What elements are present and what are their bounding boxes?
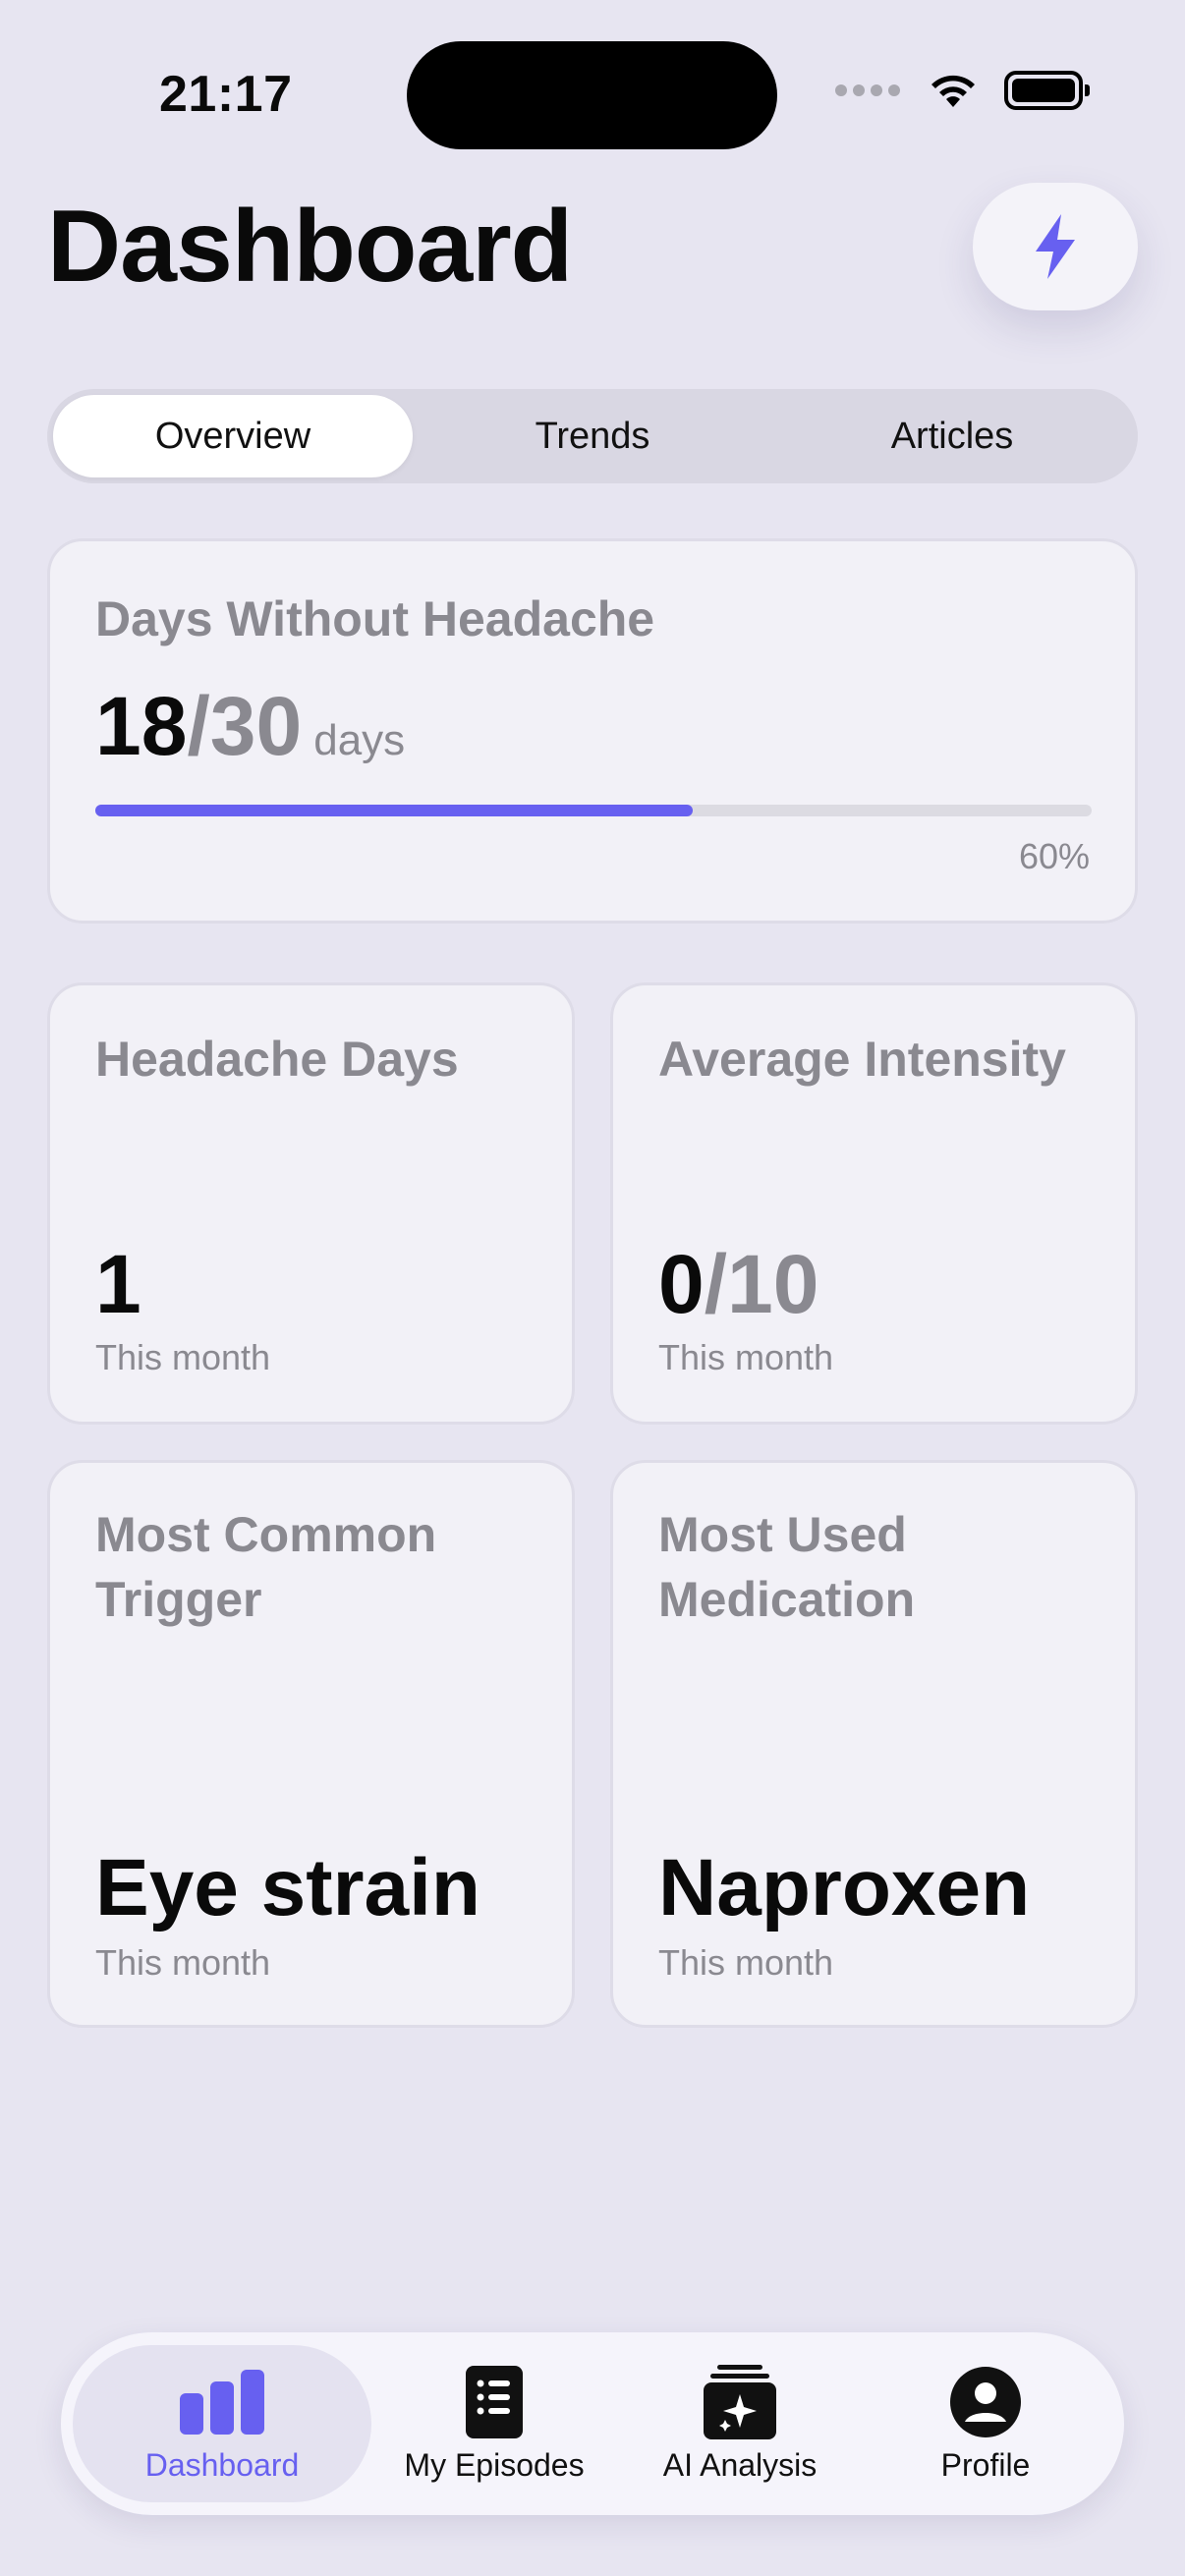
days-without-headache-card[interactable]: Days Without Headache 18/30 days 60% — [47, 538, 1138, 924]
person-circle-icon — [950, 2365, 1021, 2439]
list-icon — [466, 2365, 523, 2439]
tab-overview[interactable]: Overview — [53, 395, 413, 477]
card-title: Headache Days — [95, 1032, 459, 1087]
headache-days-card[interactable]: Headache Days 1 This month — [47, 982, 575, 1425]
intensity-total: /10 — [704, 1238, 819, 1330]
card-subtitle: This month — [658, 1942, 834, 1983]
bottom-tab-bar: Dashboard My Episodes AI Analysis Profil… — [61, 2332, 1124, 2515]
tab-articles[interactable]: Articles — [772, 395, 1132, 477]
nav-profile[interactable]: Profile — [863, 2345, 1108, 2502]
cellular-signal-icon — [835, 84, 900, 96]
battery-icon — [1004, 71, 1090, 110]
status-icons — [835, 71, 1090, 110]
days-unit: days — [313, 716, 406, 764]
wifi-icon — [931, 75, 975, 107]
sparkle-stack-icon — [704, 2364, 776, 2439]
dynamic-island — [407, 41, 777, 149]
status-time: 21:17 — [159, 66, 293, 123]
nav-label: My Episodes — [404, 2446, 585, 2483]
nav-label: Dashboard — [144, 2446, 300, 2483]
nav-label: AI Analysis — [662, 2446, 818, 2483]
most-common-trigger-card[interactable]: Most Common Trigger Eye strain This mont… — [47, 1460, 575, 2028]
lightning-bolt-icon — [1036, 214, 1075, 279]
nav-label: Profile — [940, 2446, 1031, 2483]
card-subtitle: This month — [658, 1337, 834, 1377]
view-segmented-control: Overview Trends Articles — [47, 389, 1138, 483]
medication-value: Naproxen — [658, 1843, 1031, 1932]
nav-my-episodes[interactable]: My Episodes — [371, 2345, 617, 2502]
days-value: 18 — [95, 680, 188, 772]
progress-bar — [95, 805, 1092, 816]
card-title: Most Common Trigger — [95, 1507, 437, 1627]
intensity-value: 0 — [658, 1238, 705, 1330]
trigger-value: Eye strain — [95, 1843, 480, 1932]
card-subtitle: This month — [95, 1337, 271, 1377]
tab-trends[interactable]: Trends — [413, 395, 772, 477]
nav-ai-analysis[interactable]: AI Analysis — [617, 2345, 863, 2502]
quick-log-button[interactable] — [973, 183, 1138, 310]
days-count: 18/30 days — [95, 679, 405, 774]
headache-days-value: 1 — [95, 1238, 141, 1330]
nav-dashboard[interactable]: Dashboard — [73, 2345, 371, 2502]
card-title: Average Intensity — [658, 1032, 1066, 1087]
progress-percent: 60% — [1018, 836, 1090, 876]
most-used-medication-card[interactable]: Most Used Medication Naproxen This month — [610, 1460, 1138, 2028]
average-intensity-value: 0/10 — [658, 1237, 819, 1332]
bar-chart-icon — [178, 2365, 266, 2439]
card-title: Most Used Medication — [658, 1507, 916, 1627]
progress-fill — [95, 805, 694, 816]
card-title: Days Without Headache — [95, 591, 655, 646]
average-intensity-card[interactable]: Average Intensity 0/10 This month — [610, 982, 1138, 1425]
days-total: /30 — [187, 680, 303, 772]
page-title: Dashboard — [47, 190, 573, 304]
card-subtitle: This month — [95, 1942, 271, 1983]
